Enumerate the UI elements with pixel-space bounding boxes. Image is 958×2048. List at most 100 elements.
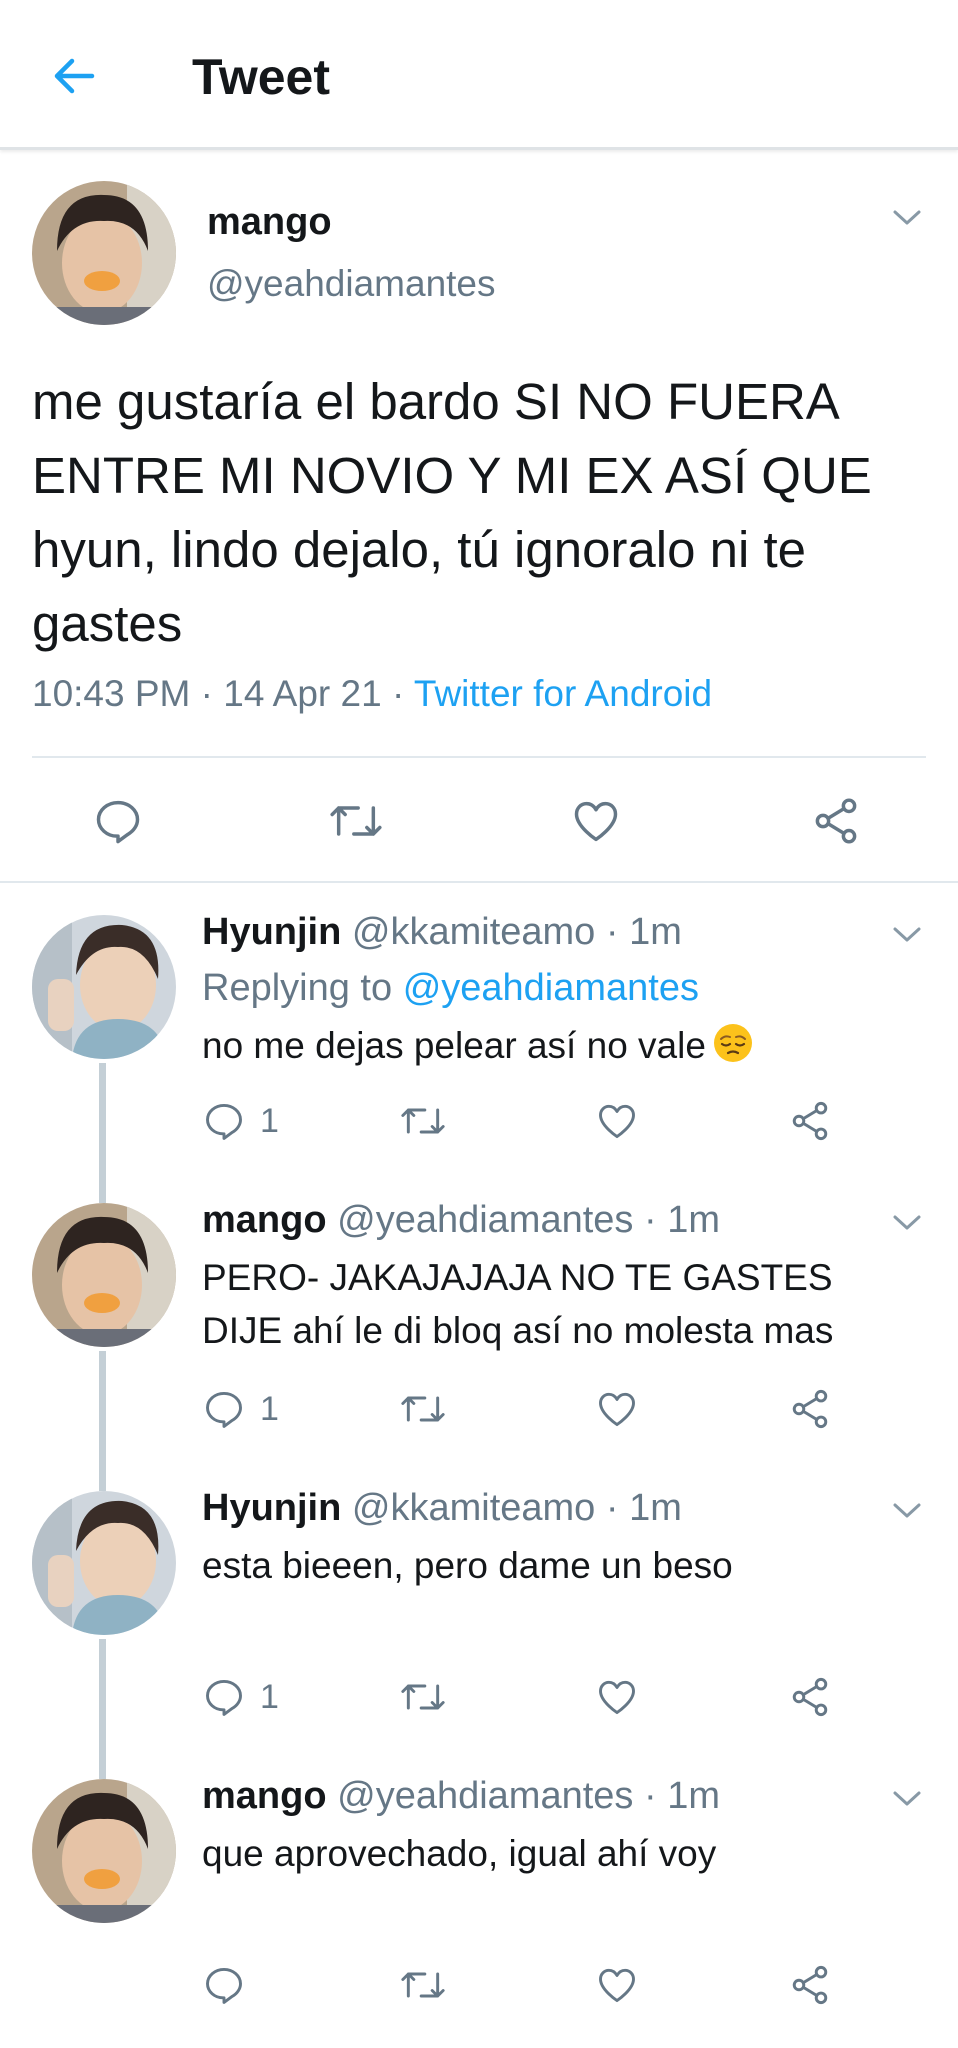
like-button[interactable] (594, 1379, 640, 1439)
reply-tweet[interactable]: Hyunjin @kkamiteamo · 1m Replying to @ye… (0, 883, 958, 1191)
share-button[interactable] (788, 1955, 832, 2015)
meta-separator: · (644, 1199, 657, 1241)
share-button[interactable] (788, 1667, 832, 1727)
reply-header: Hyunjin @kkamiteamo · 1m (202, 1487, 682, 1530)
reply-button[interactable]: 1 (202, 1667, 279, 1727)
retweet-icon (401, 1108, 445, 1134)
reply-text: no me dejas pelear así no vale (202, 1025, 706, 1066)
author-handle[interactable]: @yeahdiamantes (207, 263, 496, 305)
main-tweet: mango @yeahdiamantes me gustaría el bard… (0, 153, 958, 883)
more-options-button[interactable] (892, 1789, 922, 1814)
heart-icon (599, 1104, 635, 1139)
retweet-button[interactable] (398, 1667, 448, 1727)
chevron-down-icon (893, 927, 921, 942)
reply-tweet[interactable]: Hyunjin @kkamiteamo · 1m esta bieeen, pe… (0, 1459, 958, 1767)
author-name[interactable]: mango (202, 1775, 327, 1817)
share-button[interactable] (788, 1091, 832, 1151)
avatar[interactable] (32, 1203, 176, 1347)
retweet-icon (401, 1684, 445, 1710)
mention-link[interactable]: @yeahdiamantes (403, 967, 699, 1009)
author-name[interactable]: mango (207, 201, 332, 244)
author-handle[interactable]: @kkamiteamo (352, 1487, 595, 1529)
tweet-source-link[interactable]: Twitter for Android (414, 673, 712, 714)
avatar[interactable] (32, 1779, 176, 1923)
retweet-icon (401, 1972, 445, 1998)
meta-separator: · (605, 911, 619, 953)
retweet-button[interactable] (398, 1379, 448, 1439)
reply-text: PERO- JAKAJAJAJA NO TE GASTES DIJE ahí l… (202, 1257, 834, 1351)
reply-text-block: no me dejas pelear así no vale (202, 1019, 902, 1072)
thread-line (99, 1171, 106, 1203)
author-name[interactable]: Hyunjin (202, 1487, 341, 1529)
reply-button[interactable] (202, 1955, 260, 2015)
tweet-time: 10:43 PM (32, 673, 191, 714)
avatar[interactable] (32, 915, 176, 1059)
reply-icon (206, 1967, 242, 2004)
share-icon (792, 1389, 828, 1429)
share-icon (792, 1677, 828, 1717)
thread-line (99, 1459, 106, 1491)
author-name[interactable]: mango (202, 1199, 327, 1241)
reply-button[interactable]: 1 (202, 1379, 279, 1439)
retweet-button[interactable] (398, 1955, 448, 2015)
reply-count: 1 (260, 1677, 279, 1716)
reply-icon (206, 1103, 242, 1140)
chevron-down-icon (893, 1791, 921, 1806)
meta-separator: · (391, 673, 405, 714)
tweet-time: 1m (667, 1775, 721, 1817)
avatar[interactable] (32, 1491, 176, 1635)
tweet-actions (0, 773, 958, 873)
reply-tweet[interactable]: mango @yeahdiamantes · 1m que aprovechad… (0, 1747, 958, 2035)
replying-to: Replying to @yeahdiamantes (202, 967, 699, 1010)
author-name[interactable]: Hyunjin (202, 911, 341, 953)
more-options-button[interactable] (892, 925, 922, 950)
arrow-left-icon (54, 58, 95, 94)
share-button[interactable] (788, 1379, 832, 1439)
reply-header: Hyunjin @kkamiteamo · 1m (202, 911, 682, 954)
reply-actions (202, 1955, 862, 2015)
reply-tweet[interactable]: mango @yeahdiamantes · 1m PERO- JAKAJAJA… (0, 1171, 958, 1479)
retweet-button[interactable] (326, 791, 386, 851)
pensive-face-emoji (713, 1024, 752, 1062)
author-handle[interactable]: @kkamiteamo (352, 911, 595, 953)
more-options-button[interactable] (892, 1501, 922, 1526)
tweet-time: 1m (629, 1487, 682, 1529)
author-handle[interactable]: @yeahdiamantes (337, 1199, 633, 1241)
share-icon (792, 1965, 828, 2005)
thread-line (99, 1747, 106, 1779)
reply-icon (206, 1391, 242, 1428)
tweet-text: me gustaría el bardo SI NO FUERA ENTRE M… (32, 373, 872, 652)
heart-icon (599, 1680, 635, 1715)
like-button[interactable] (594, 1955, 640, 2015)
author-handle[interactable]: @yeahdiamantes (337, 1775, 633, 1817)
reply-count: 1 (260, 1101, 279, 1140)
chevron-down-icon (893, 210, 921, 225)
like-button[interactable] (594, 1091, 640, 1151)
divider (32, 756, 926, 758)
page-title: Tweet (192, 49, 330, 105)
back-button[interactable] (44, 46, 104, 106)
reply-header: mango @yeahdiamantes · 1m (202, 1199, 720, 1242)
more-options-button[interactable] (892, 208, 922, 233)
reply-icon (206, 1679, 242, 1716)
reply-actions: 1 (202, 1379, 862, 1439)
heart-icon (599, 1968, 635, 2003)
meta-separator: · (644, 1775, 657, 1817)
reply-button[interactable] (88, 791, 148, 851)
like-button[interactable] (566, 791, 626, 851)
meta-separator: · (200, 673, 213, 714)
reply-actions: 1 (202, 1091, 862, 1151)
retweet-button[interactable] (398, 1091, 448, 1151)
tweet-meta: 10:43 PM · 14 Apr 21 · Twitter for Andro… (32, 673, 712, 715)
reply-header: mango @yeahdiamantes · 1m (202, 1775, 720, 1818)
like-button[interactable] (594, 1667, 640, 1727)
top-app-bar: Tweet (0, 0, 958, 150)
avatar[interactable] (32, 181, 176, 325)
chevron-down-icon (893, 1215, 921, 1230)
more-options-button[interactable] (892, 1213, 922, 1238)
retweet-icon (401, 1396, 445, 1422)
share-button[interactable] (806, 791, 866, 851)
reply-text: que aprovechado, igual ahí voy (202, 1833, 717, 1874)
heart-icon (599, 1392, 635, 1427)
reply-button[interactable]: 1 (202, 1091, 279, 1151)
